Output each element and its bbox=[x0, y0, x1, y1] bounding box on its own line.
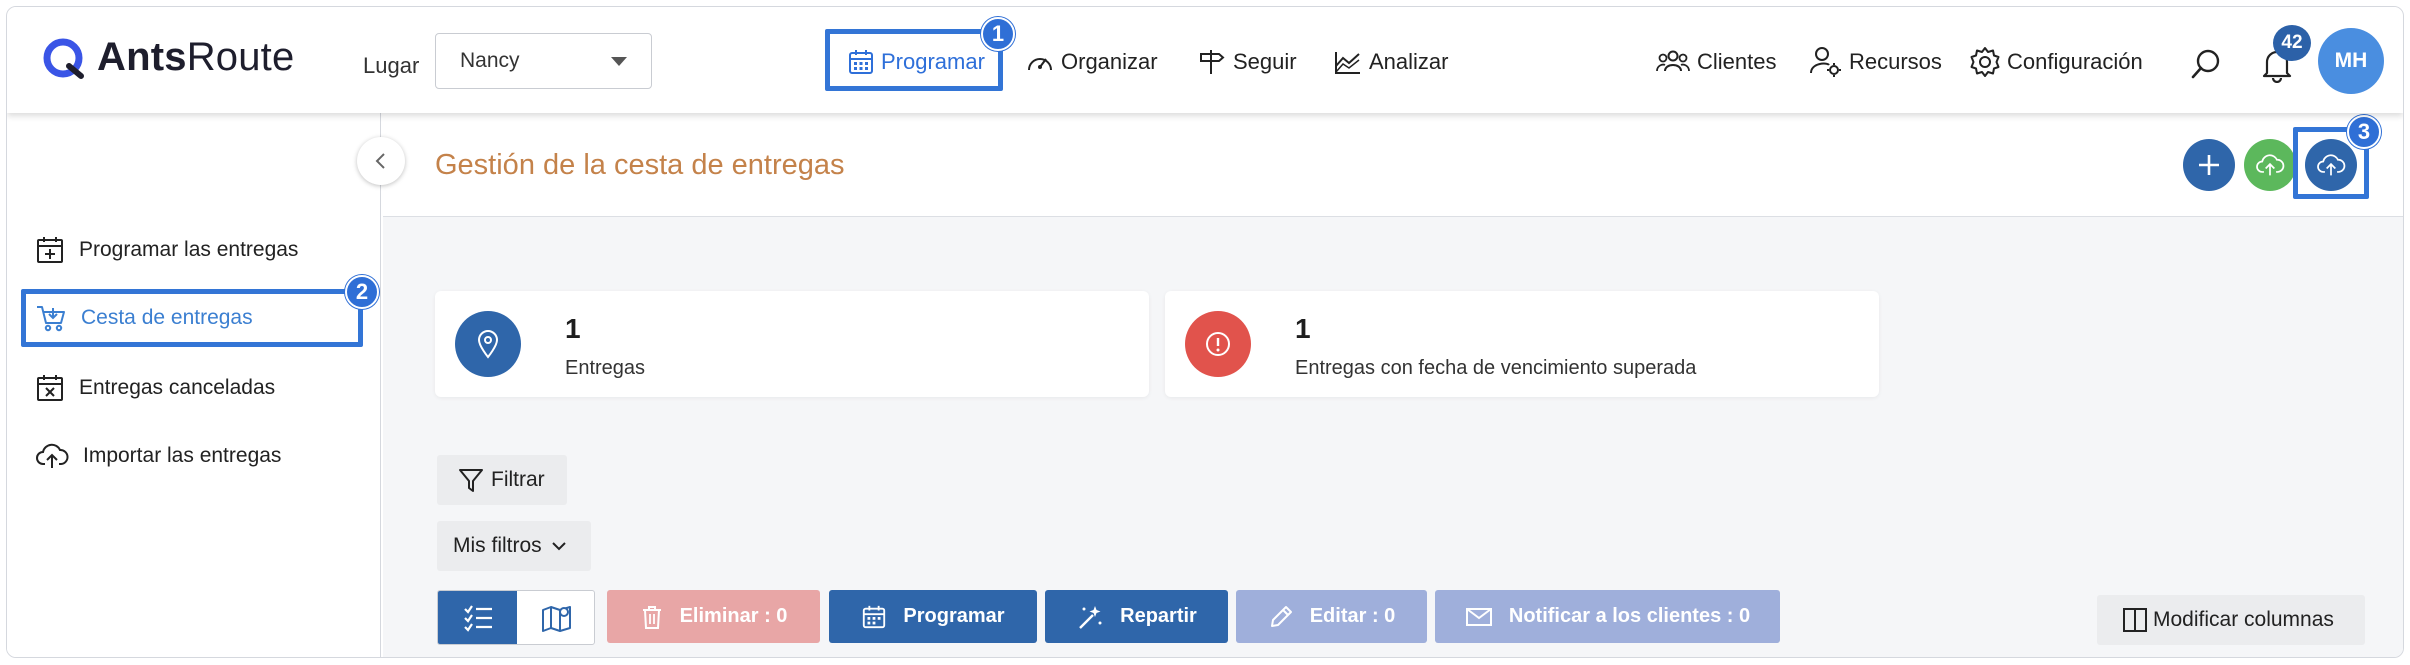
nav-analizar-label: Analizar bbox=[1369, 49, 1449, 74]
card-icon-location bbox=[455, 311, 521, 377]
edit-label: Editar : 0 bbox=[1309, 605, 1396, 627]
chart-area-icon bbox=[1335, 52, 1360, 74]
calendar-icon bbox=[863, 605, 886, 628]
users-icon bbox=[1656, 50, 1690, 72]
nav-recursos[interactable]: Recursos bbox=[1809, 37, 1942, 87]
card-label: Entregas con fecha de vencimiento supera… bbox=[1295, 357, 1697, 379]
nav-clientes[interactable]: Clientes bbox=[1655, 37, 1776, 87]
sidebar-item-label: Entregas canceladas bbox=[79, 376, 276, 399]
filter-label: Filtrar bbox=[491, 468, 545, 491]
filter-icon bbox=[459, 469, 483, 492]
alert-circle-icon bbox=[1206, 332, 1230, 356]
step-badge-2: 2 bbox=[345, 275, 379, 309]
nav-organizar[interactable]: Organizar bbox=[1025, 37, 1158, 87]
edit-button[interactable]: Editar : 0 bbox=[1236, 590, 1427, 643]
app-window: AntsRoute Lugar Nancy Programar 1 Organi… bbox=[6, 6, 2404, 658]
notification-count-badge: 42 bbox=[2273, 25, 2311, 61]
card-entregas-vencidas: 1 Entregas con fecha de vencimiento supe… bbox=[1165, 291, 1879, 397]
sidebar-collapse-button[interactable] bbox=[357, 137, 405, 185]
sidebar: Programar las entregas Cesta de entregas… bbox=[7, 113, 381, 657]
lugar-select[interactable]: Nancy bbox=[435, 33, 652, 89]
nav-seguir-label: Seguir bbox=[1233, 49, 1297, 74]
modify-columns-label: Modificar columnas bbox=[2153, 608, 2334, 631]
card-count: 1 bbox=[565, 313, 581, 344]
search-button[interactable] bbox=[2187, 45, 2225, 83]
search-icon bbox=[2191, 49, 2220, 79]
sidebar-item-programar-entregas[interactable]: Programar las entregas bbox=[35, 235, 298, 265]
distribute-button[interactable]: Repartir bbox=[1045, 590, 1228, 643]
step-badge-1: 1 bbox=[981, 17, 1015, 51]
calendar-x-icon bbox=[37, 375, 63, 401]
logo-icon bbox=[43, 38, 84, 79]
chevron-left-icon bbox=[375, 153, 385, 169]
view-toggle bbox=[437, 590, 595, 645]
chevron-down-icon bbox=[551, 542, 566, 551]
signpost-icon bbox=[1200, 50, 1225, 74]
schedule-button[interactable]: Programar bbox=[829, 590, 1037, 643]
nav-configuracion-label: Configuración bbox=[2007, 49, 2143, 74]
list-view-button[interactable] bbox=[438, 591, 517, 644]
highlight-box-2 bbox=[21, 289, 363, 347]
page-title: Gestión de la cesta de entregas bbox=[435, 149, 845, 181]
my-filters-dropdown[interactable]: Mis filtros bbox=[437, 521, 591, 571]
checklist-icon bbox=[463, 604, 492, 632]
my-filters-label: Mis filtros bbox=[453, 534, 542, 557]
card-count: 1 bbox=[1295, 313, 1311, 344]
notify-clients-button[interactable]: Notificar a los clientes : 0 bbox=[1435, 590, 1780, 643]
magic-wand-icon bbox=[1079, 605, 1102, 629]
schedule-label: Programar bbox=[903, 605, 1005, 627]
logo-text: AntsRoute bbox=[97, 35, 295, 79]
sidebar-item-importar-entregas[interactable]: Importar las entregas bbox=[35, 441, 281, 471]
lugar-label: Lugar bbox=[363, 53, 420, 78]
nav-analizar[interactable]: Analizar bbox=[1333, 37, 1448, 87]
user-avatar[interactable]: MH bbox=[2318, 28, 2384, 94]
card-icon-alert bbox=[1185, 311, 1251, 377]
map-pin-icon bbox=[477, 330, 499, 359]
step-badge-3: 3 bbox=[2347, 115, 2381, 149]
trash-icon bbox=[642, 605, 661, 629]
top-navbar: AntsRoute Lugar Nancy Programar 1 Organi… bbox=[7, 7, 2403, 113]
delete-button[interactable]: Eliminar : 0 bbox=[607, 590, 820, 643]
nav-recursos-label: Recursos bbox=[1849, 49, 1942, 74]
cloud-upload-icon bbox=[2256, 154, 2285, 176]
modify-columns-button[interactable]: Modificar columnas bbox=[2097, 595, 2365, 645]
plus-icon bbox=[2199, 155, 2219, 175]
sidebar-item-label: Programar las entregas bbox=[79, 238, 299, 261]
gear-icon bbox=[1970, 47, 2000, 77]
nav-organizar-label: Organizar bbox=[1061, 49, 1158, 74]
notify-clients-label: Notificar a los clientes : 0 bbox=[1508, 605, 1751, 627]
cloud-upload-icon bbox=[36, 443, 69, 468]
import-green-button[interactable] bbox=[2244, 139, 2296, 191]
pencil-icon bbox=[1270, 605, 1292, 627]
filter-button[interactable]: Filtrar bbox=[437, 455, 567, 505]
highlight-box-1 bbox=[825, 29, 1003, 91]
nav-configuracion[interactable]: Configuración bbox=[1969, 37, 2143, 87]
delete-label: Eliminar : 0 bbox=[679, 605, 788, 627]
add-button[interactable] bbox=[2183, 139, 2235, 191]
calendar-plus-icon bbox=[37, 237, 63, 263]
sidebar-item-entregas-canceladas[interactable]: Entregas canceladas bbox=[35, 373, 275, 403]
distribute-label: Repartir bbox=[1120, 605, 1197, 627]
chevron-down-icon bbox=[611, 57, 627, 66]
gauge-icon bbox=[1028, 58, 1052, 71]
main-content: Gestión de la cesta de entregas 3 1 Entr… bbox=[383, 113, 2403, 657]
sidebar-item-label: Importar las entregas bbox=[83, 444, 282, 467]
map-icon bbox=[541, 605, 571, 632]
columns-icon bbox=[2123, 608, 2147, 632]
antsroute-logo[interactable]: AntsRoute bbox=[43, 35, 294, 80]
user-gear-icon bbox=[1810, 47, 1841, 77]
map-view-button[interactable] bbox=[517, 591, 594, 644]
card-label: Entregas bbox=[565, 357, 646, 379]
nav-clientes-label: Clientes bbox=[1697, 49, 1777, 74]
nav-seguir[interactable]: Seguir bbox=[1197, 37, 1297, 87]
card-entregas: 1 Entregas bbox=[435, 291, 1149, 397]
envelope-icon bbox=[1465, 607, 1492, 626]
page-header: Gestión de la cesta de entregas 3 bbox=[383, 113, 2403, 217]
lugar-value: Nancy bbox=[460, 49, 520, 72]
